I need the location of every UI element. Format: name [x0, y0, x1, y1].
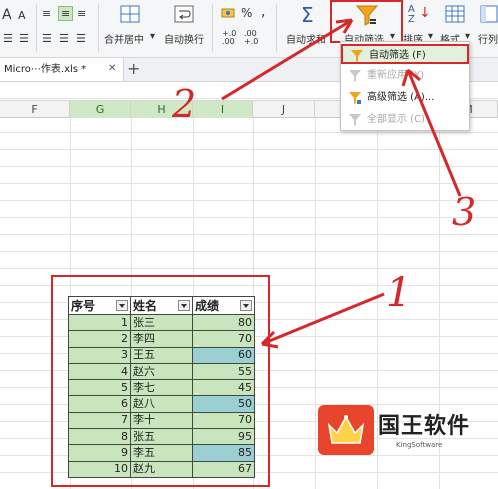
column-header-j[interactable]: J	[253, 101, 315, 118]
logo-title: 国王软件	[378, 414, 471, 439]
format-icon[interactable]	[445, 5, 465, 23]
indent-icon[interactable]: ☰	[3, 33, 13, 44]
currency-format-icon[interactable]	[221, 6, 237, 20]
chevron-down-icon[interactable]: ▾	[150, 31, 155, 42]
annotation-step-2: 2	[172, 82, 197, 126]
wrap-text-button[interactable]: 自动换行	[164, 31, 204, 46]
align-right-icon[interactable]: ☰	[76, 33, 86, 44]
increase-decimal-button[interactable]: +.0.00	[222, 30, 236, 46]
funnel-advanced-icon	[349, 92, 361, 104]
sort-icon[interactable]: AZ	[408, 5, 415, 25]
align-bottom-icon[interactable]: ≡	[77, 8, 86, 19]
menu-item-reapply[interactable]: 重新应用 (Y)	[341, 66, 469, 86]
funnel-refresh-icon	[349, 70, 361, 82]
outdent-icon[interactable]: ☰	[19, 33, 29, 44]
document-tab-label: Micro⋯作表.xls *	[4, 64, 87, 75]
menu-item-label: 自动筛选 (F)	[369, 50, 426, 61]
annotation-step-1: 1	[386, 270, 412, 316]
annotation-step-3: 3	[452, 190, 477, 234]
funnel-clear-icon	[349, 114, 361, 126]
percent-button[interactable]: %	[241, 7, 252, 19]
autofilter-dropdown-menu: 自动筛选 (F) 重新应用 (Y) 高级筛选 (A)... 全部显示 (C)	[340, 41, 470, 131]
wrap-text-icon[interactable]	[174, 5, 194, 23]
align-left-icon[interactable]: ☰	[42, 33, 52, 44]
align-center-icon[interactable]: ☰	[59, 33, 69, 44]
menu-item-label: 重新应用 (Y)	[367, 70, 425, 81]
font-decrease-icon[interactable]: A	[18, 10, 26, 21]
decrease-decimal-button[interactable]: .00 +.0	[244, 30, 258, 46]
logo-subtitle: KingSoftware	[396, 441, 443, 449]
logo-badge	[318, 405, 374, 455]
align-middle-icon[interactable]: ≡	[58, 6, 74, 21]
document-tab[interactable]: Micro⋯作表.xls *	[0, 58, 124, 81]
close-icon[interactable]: ✕	[108, 63, 116, 74]
thousands-separator-button[interactable]: ,	[261, 5, 265, 19]
align-top-icon[interactable]: ≡	[42, 8, 51, 19]
merge-center-button[interactable]: 合并居中	[104, 31, 144, 46]
menu-item-advanced-filter[interactable]: 高级筛选 (A)...	[341, 88, 469, 108]
rows-columns-button[interactable]: 行列	[478, 31, 498, 46]
autosum-button[interactable]: 自动求和	[286, 31, 326, 46]
sort-arrow-icon: ↓	[419, 5, 431, 21]
column-header-f[interactable]: F	[0, 101, 70, 118]
funnel-icon	[351, 50, 363, 62]
crown-icon	[327, 415, 365, 444]
sum-icon[interactable]: Σ	[301, 5, 314, 25]
add-tab-icon[interactable]: +	[127, 59, 140, 78]
annotation-box-autofilter	[330, 0, 403, 43]
annotation-box-table	[51, 275, 270, 487]
menu-item-label: 全部显示 (C)	[367, 114, 425, 125]
menu-item-autofilter[interactable]: 自动筛选 (F)	[341, 44, 469, 64]
menu-item-label: 高级筛选 (A)...	[367, 92, 435, 103]
grid-line	[315, 118, 316, 489]
column-header-g[interactable]: G	[70, 101, 131, 118]
column-header-i[interactable]: I	[193, 101, 253, 118]
menu-item-show-all[interactable]: 全部显示 (C)	[341, 110, 469, 130]
font-increase-icon[interactable]: A	[2, 8, 12, 22]
merge-center-icon[interactable]	[120, 5, 140, 23]
rows-columns-icon[interactable]	[480, 5, 498, 23]
